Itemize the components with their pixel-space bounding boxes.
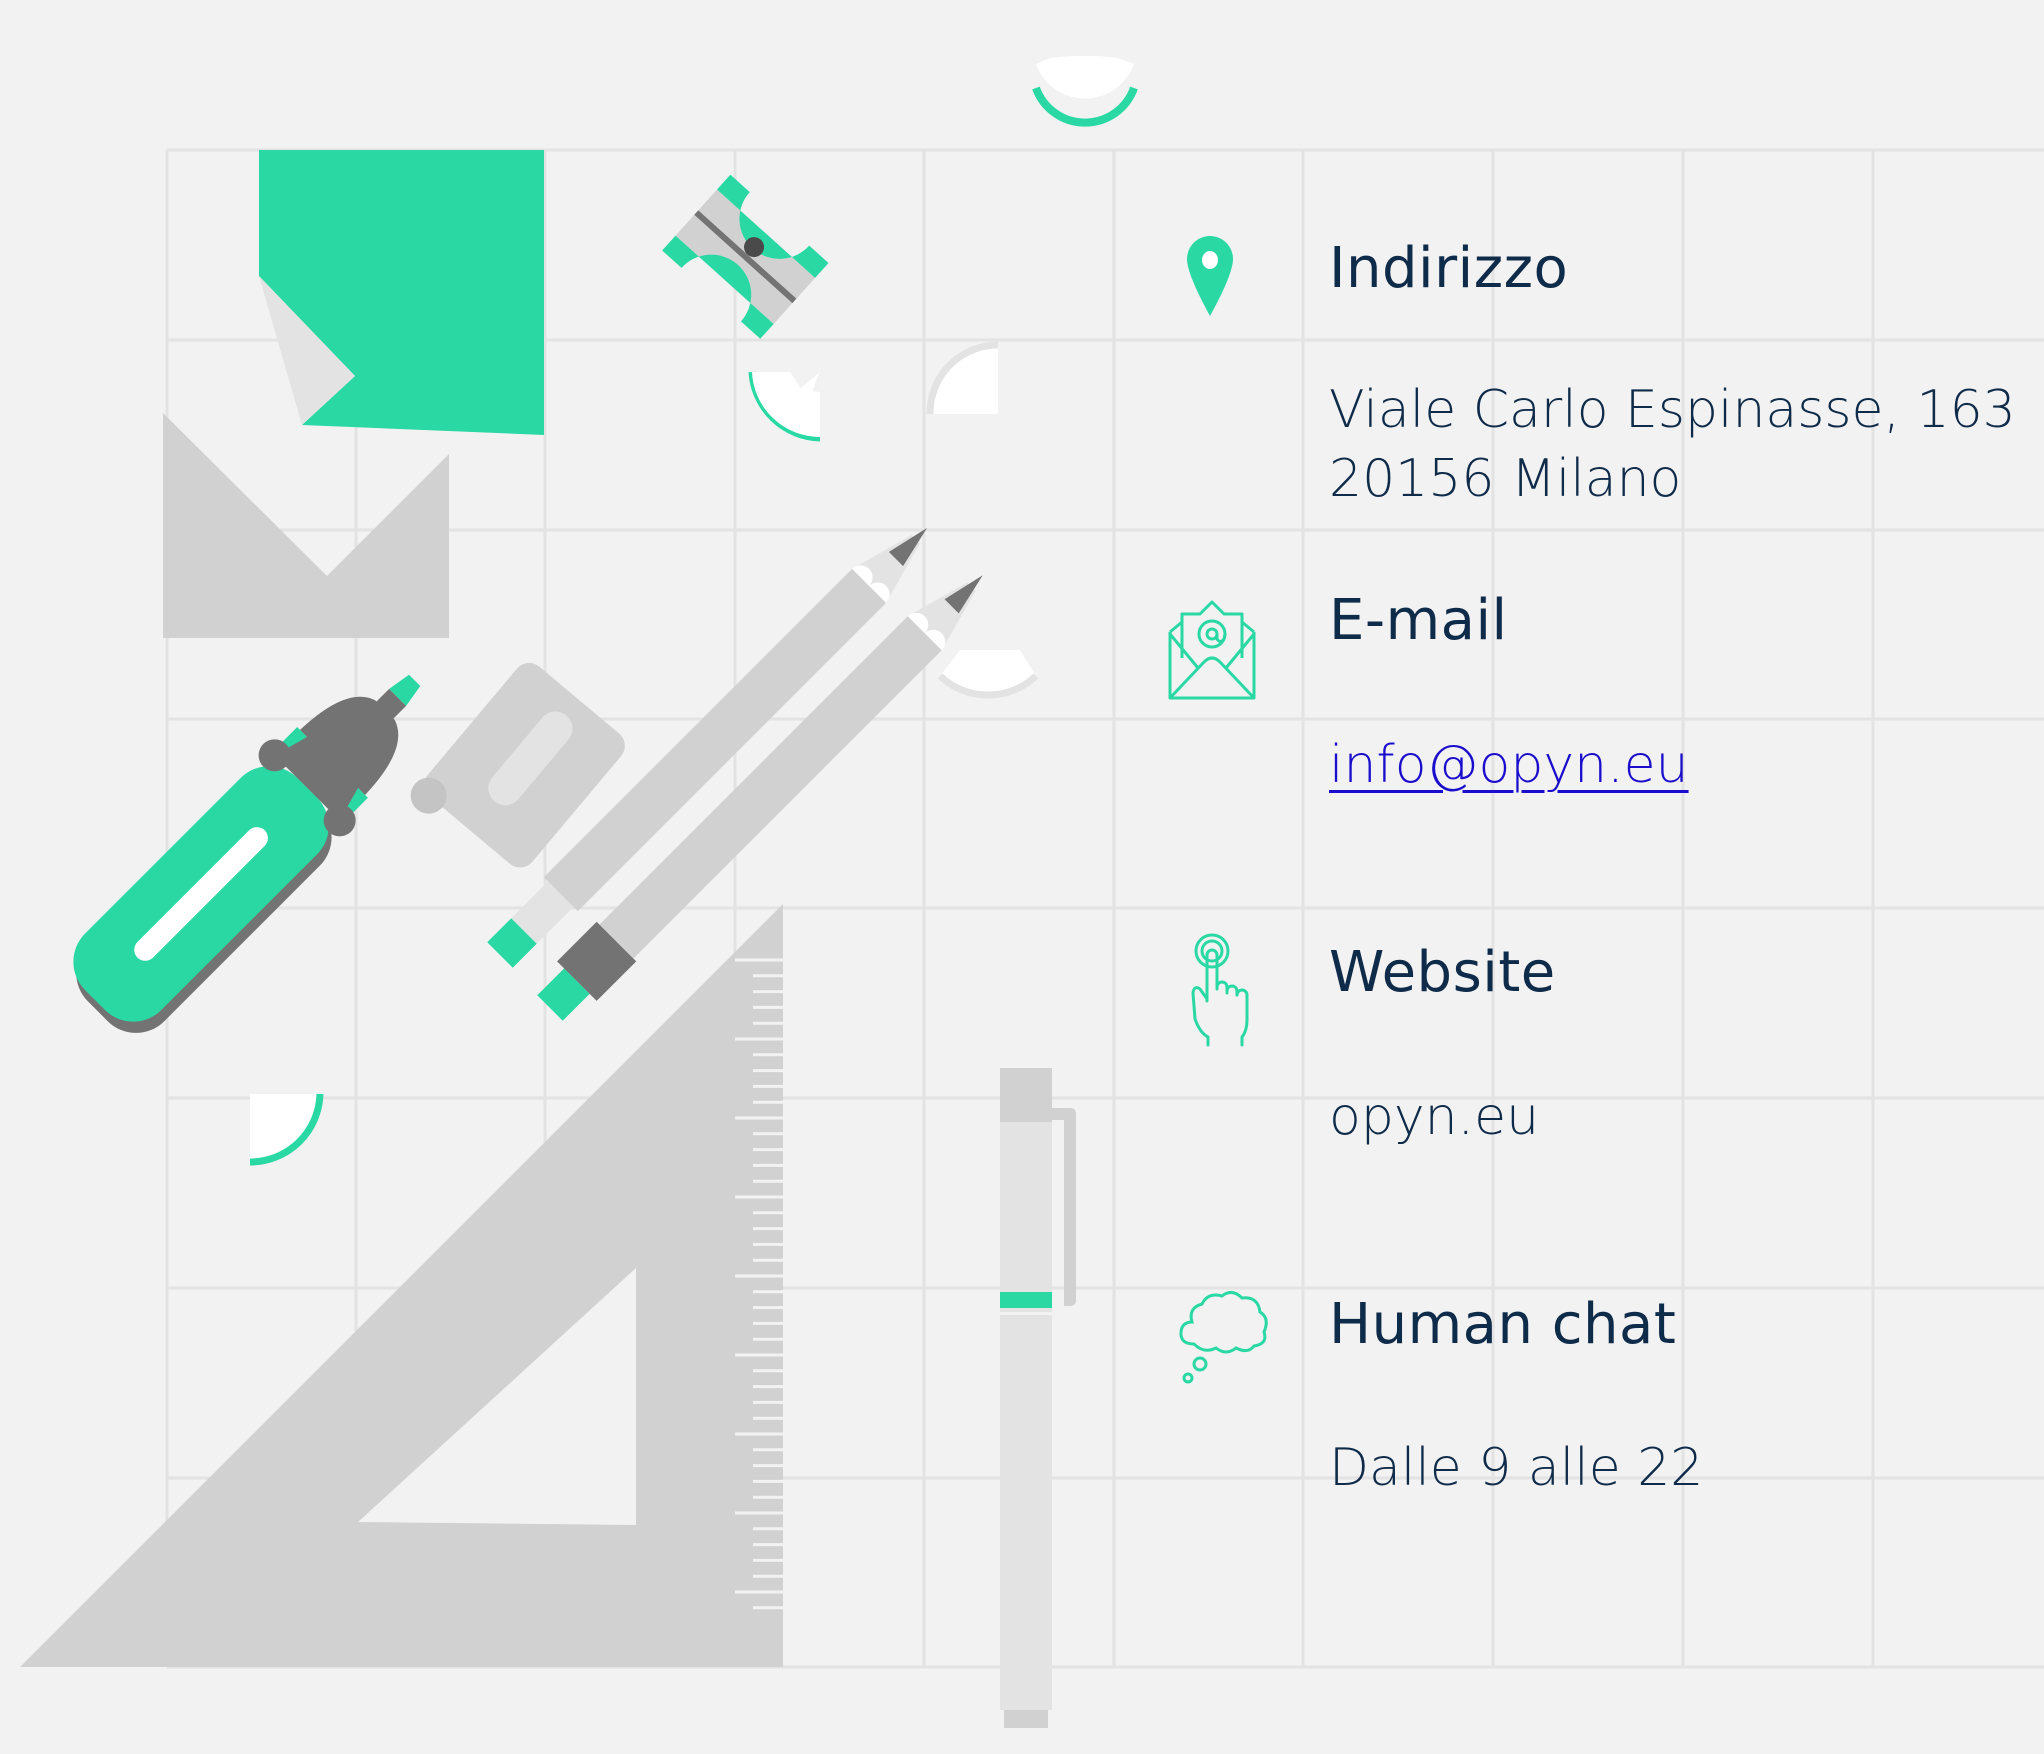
address-title: Indirizzo — [1329, 236, 1569, 301]
email-link[interactable]: info@opyn.eu — [1329, 731, 1689, 800]
contact-panel: Indirizzo Viale Carlo Espinasse, 163 201… — [0, 0, 2044, 1754]
address-line-1: Viale Carlo Espinasse, 163 — [1329, 380, 2016, 440]
chat-title: Human chat — [1329, 1292, 1677, 1357]
contact-details: Indirizzo Viale Carlo Espinasse, 163 201… — [0, 0, 2044, 1754]
website-title: Website — [1329, 940, 1556, 1005]
chat-hours: Dalle 9 alle 22 — [1329, 1438, 1704, 1498]
touch-hand-icon — [1191, 933, 1249, 1047]
website-value: opyn.eu — [1329, 1087, 1540, 1147]
email-title: E-mail — [1329, 588, 1508, 653]
address-line-2: 20156 Milano — [1329, 449, 1682, 509]
location-pin-icon — [1187, 236, 1233, 316]
email-envelope-icon — [1168, 600, 1256, 700]
thought-cloud-icon — [1179, 1291, 1268, 1384]
